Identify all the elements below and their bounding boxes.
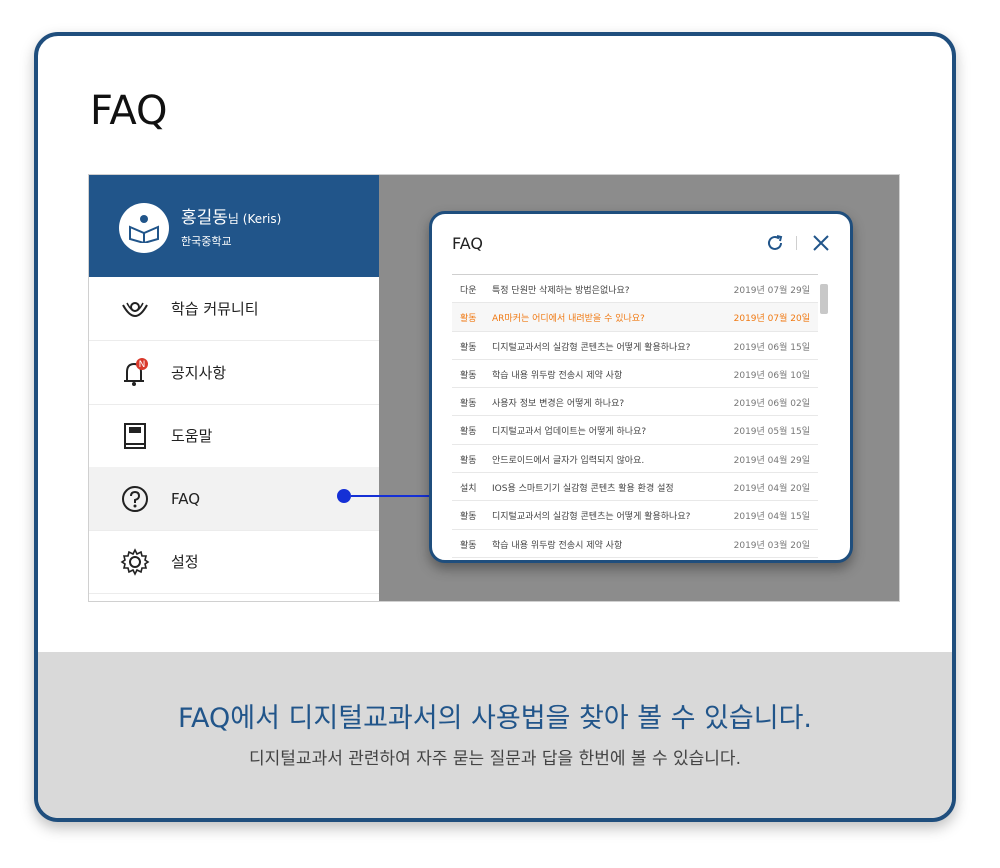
faq-row[interactable]: 활동 AR마커는 어디에서 내려받을 수 있나요? 2019년 07월 20일 bbox=[452, 303, 818, 332]
bell-icon: N bbox=[119, 357, 151, 389]
faq-date: 2019년 07월 29일 bbox=[733, 286, 810, 296]
faq-list: 다운 특정 단원만 삭제하는 방법은없나요? 2019년 07월 29일활동 AR마커… bbox=[452, 274, 818, 558]
app-screenshot: 홍길동님 (Keris) 한국중학교 학습 커뮤니티 N 공지사항 도움말 FA… bbox=[88, 174, 900, 602]
faq-row[interactable]: 다운 특정 단원만 삭제하는 방법은없나요? 2019년 07월 29일 bbox=[452, 275, 818, 304]
avatar bbox=[119, 203, 169, 253]
faq-category: 다운 bbox=[460, 286, 477, 296]
menu-item-faq[interactable]: FAQ bbox=[89, 467, 379, 531]
caption-subtext: 디지털교과서 관련하여 자주 묻는 질문과 답을 한번에 볼 수 있습니다. bbox=[249, 749, 741, 769]
caption-headline: FAQ에서 디지털교과서의 사용법을 찾아 볼 수 있습니다. bbox=[177, 703, 813, 734]
faq-question: 안드로이드에서 글자가 입력되지 않아요. bbox=[492, 455, 645, 466]
faq-row[interactable]: 활동 디지털교과서의 실감형 콘텐츠는 어떻게 활용하나요? 2019년 06월 1… bbox=[452, 332, 818, 360]
help-card: FAQ 홍길동님 (Keris) 한국중학교 학습 커뮤니티 N 공지사항 도움… bbox=[34, 32, 956, 822]
faq-date: 2019년 06월 02일 bbox=[733, 399, 810, 410]
faq-category: 활동 bbox=[460, 399, 477, 410]
faq-popup: FAQ 다운 특정 단원만 삭제하는 방법은없나요? 2019년 07월 29일활동… bbox=[429, 211, 853, 563]
school-name: 한국중학교 bbox=[181, 235, 232, 248]
faq-date: 2019년 06월 15일 bbox=[733, 342, 810, 353]
faq-question: IOS용 스마트기기 실감형 콘텐츠 활용 환경 설정 bbox=[492, 484, 674, 495]
faq-category: 활동 bbox=[460, 427, 477, 438]
faq-row[interactable]: 활동 디지털교과서 업데이트는 어떻게 하나요? 2019년 05월 15일 bbox=[452, 416, 818, 445]
faq-category: 활동 bbox=[460, 314, 477, 325]
faq-date: 2019년 07월 20일 bbox=[733, 314, 810, 325]
gear-icon bbox=[119, 546, 151, 578]
menu-label: 공지사항 bbox=[171, 364, 227, 382]
connector-dot bbox=[337, 489, 351, 503]
faq-row[interactable]: 활동 학습 내용 위두랑 전송시 제약 사항 2019년 03월 20일 bbox=[452, 530, 818, 558]
scrollbar[interactable] bbox=[820, 276, 828, 546]
book-icon bbox=[119, 420, 151, 452]
scrollbar-thumb[interactable] bbox=[820, 284, 828, 314]
caption-panel: FAQ에서 디지털교과서의 사용법을 찾아 볼 수 있습니다. 디지털교과서 관… bbox=[38, 652, 952, 818]
menu-item-notice[interactable]: N 공지사항 bbox=[89, 341, 379, 405]
user-name: 홍길동님 (Keris) bbox=[181, 208, 282, 228]
faq-row[interactable]: 활동 사용자 정보 변경은 어떻게 하나요? 2019년 06월 02일 bbox=[452, 388, 818, 417]
notice-badge: N bbox=[139, 360, 146, 370]
faq-category: 설치 bbox=[460, 484, 477, 495]
faq-category: 활동 bbox=[460, 540, 477, 551]
menu-label: FAQ bbox=[171, 489, 201, 508]
faq-question: 디지털교과서 업데이트는 어떻게 하나요? bbox=[492, 427, 647, 438]
popup-title: FAQ bbox=[452, 234, 483, 253]
faq-question: 학습 내용 위두랑 전송시 제약 사항 bbox=[492, 370, 623, 381]
menu-item-help[interactable]: 도움말 bbox=[89, 404, 379, 468]
faq-category: 활동 bbox=[460, 342, 477, 353]
sidebar: 홍길동님 (Keris) 한국중학교 학습 커뮤니티 N 공지사항 도움말 FA… bbox=[89, 175, 379, 601]
faq-row[interactable]: 활동 학습 내용 위두랑 전송시 제약 사항 2019년 06월 10일 bbox=[452, 360, 818, 389]
faq-row[interactable]: 활동 디지털교과서의 실감형 콘텐츠는 어떻게 활용하나요? 2019년 04월 1… bbox=[452, 501, 818, 530]
faq-row[interactable]: 활동 안드로이드에서 글자가 입력되지 않아요. 2019년 04월 29일 bbox=[452, 445, 818, 474]
community-icon bbox=[119, 293, 151, 325]
faq-date: 2019년 04월 29일 bbox=[733, 455, 810, 466]
faq-question: 디지털교과서의 실감형 콘텐츠는 어떻게 활용하나요? bbox=[492, 512, 691, 523]
question-icon bbox=[119, 483, 151, 515]
faq-date: 2019년 03월 20일 bbox=[733, 540, 810, 551]
faq-date: 2019년 04월 15일 bbox=[733, 512, 810, 523]
faq-question: AR마커는 어디에서 내려받을 수 있나요? bbox=[492, 314, 645, 325]
page-title: FAQ bbox=[90, 88, 168, 134]
faq-question: 학습 내용 위두랑 전송시 제약 사항 bbox=[492, 540, 623, 551]
menu-label: 학습 커뮤니티 bbox=[171, 300, 259, 318]
toolbar-separator bbox=[796, 236, 797, 250]
close-icon[interactable] bbox=[810, 232, 832, 254]
faq-category: 활동 bbox=[460, 512, 477, 523]
faq-question: 디지털교과서의 실감형 콘텐츠는 어떻게 활용하나요? bbox=[492, 342, 691, 353]
faq-row[interactable]: 설치 IOS용 스마트기기 실감형 콘텐츠 활용 환경 설정 2019년 04월 2… bbox=[452, 473, 818, 502]
faq-category: 활동 bbox=[460, 370, 477, 381]
menu-item-settings[interactable]: 설정 bbox=[89, 530, 379, 594]
menu-label: 설정 bbox=[171, 553, 199, 571]
faq-date: 2019년 06월 10일 bbox=[733, 370, 810, 381]
reader-icon bbox=[129, 215, 159, 243]
profile-panel: 홍길동님 (Keris) 한국중학교 bbox=[89, 175, 379, 277]
refresh-icon[interactable] bbox=[764, 232, 786, 254]
faq-date: 2019년 05월 15일 bbox=[733, 427, 810, 438]
menu-item-community[interactable]: 학습 커뮤니티 bbox=[89, 277, 379, 341]
faq-question: 사용자 정보 변경은 어떻게 하나요? bbox=[492, 399, 625, 410]
faq-question: 특정 단원만 삭제하는 방법은없나요? bbox=[492, 286, 630, 296]
connector-line bbox=[351, 495, 431, 497]
faq-category: 활동 bbox=[460, 455, 477, 466]
faq-date: 2019년 04월 20일 bbox=[733, 484, 810, 495]
menu-label: 도움말 bbox=[171, 427, 213, 445]
